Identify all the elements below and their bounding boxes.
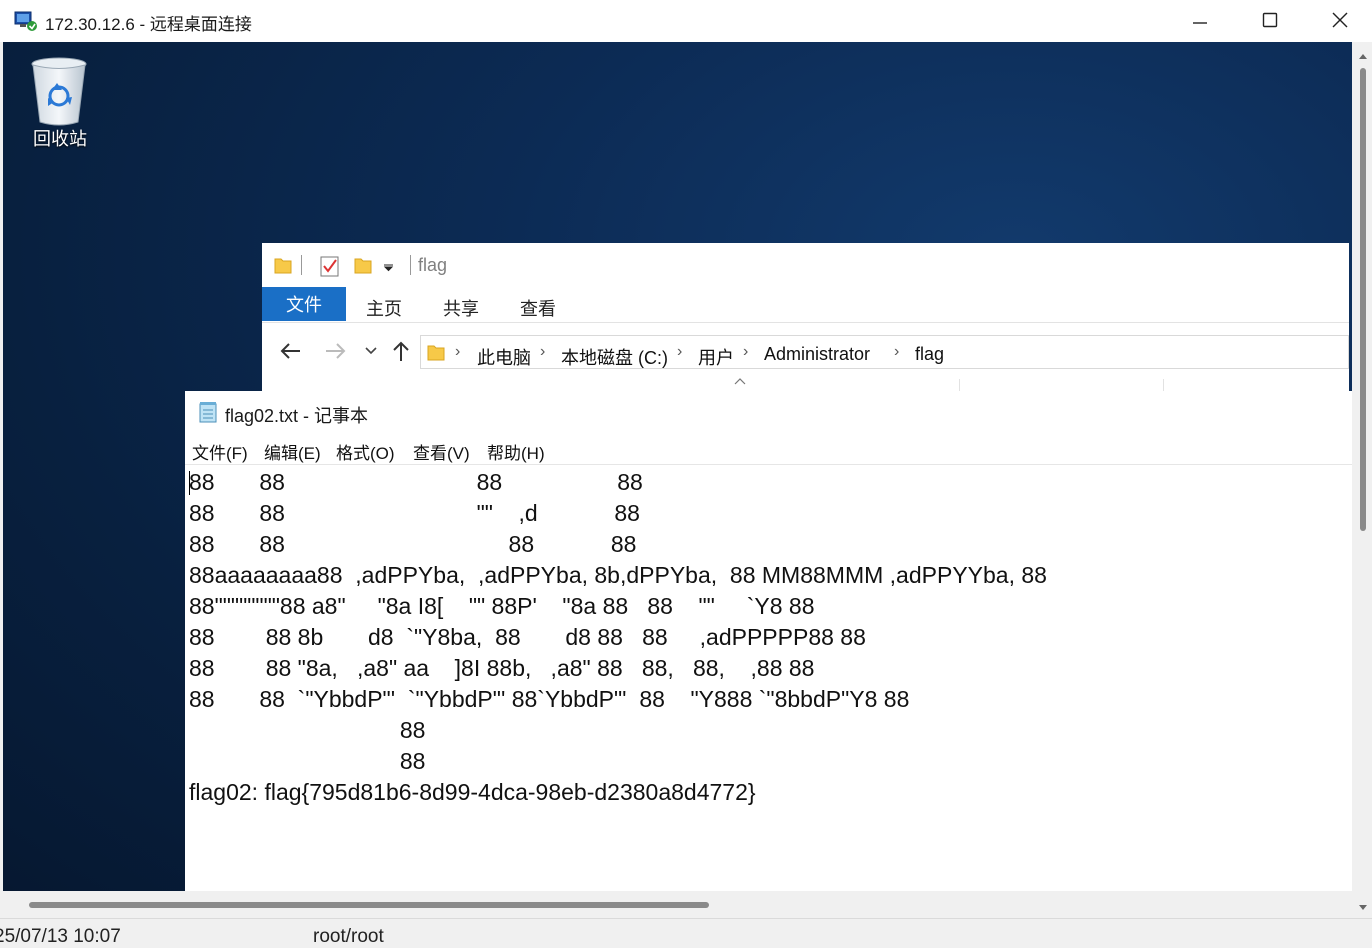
remote-desktop-window: 172.30.12.6 - 远程桌面连接 回收站 flag 文件 主页 共享 查… [0, 0, 1372, 948]
text-line: 88aaaaaaaa88 ,adPPYba, ,adPPYba, 8b,dPPY… [189, 562, 1047, 588]
notepad-window[interactable]: flag02.txt - 记事本 文件(F) 编辑(E) 格式(O) 查看(V)… [185, 391, 1352, 891]
scroll-down-icon[interactable] [1358, 904, 1368, 912]
notepad-text-area[interactable]: 88 88 88 88 88 88 "" ,d 88 88 88 88 88 8… [185, 464, 1352, 891]
notepad-title: flag02.txt - 记事本 [225, 406, 369, 426]
recent-locations-chevron-icon[interactable] [365, 346, 377, 356]
menu-format[interactable]: 格式(O) [336, 439, 395, 464]
minimize-button[interactable] [1165, 0, 1235, 40]
notepad-menu-bar: 文件(F) 编辑(E) 格式(O) 查看(V) 帮助(H) [185, 437, 1352, 465]
folder-icon [274, 258, 292, 274]
divider [301, 255, 302, 275]
breadcrumb-administrator[interactable]: Administrator [764, 344, 870, 365]
horizontal-scrollbar[interactable] [3, 891, 1352, 918]
navigation-bar: › 此电脑 › 本地磁盘 (C:) › 用户 › Administrator ›… [262, 322, 1349, 393]
up-arrow-icon[interactable] [391, 340, 411, 362]
tab-file[interactable]: 文件 [262, 287, 346, 321]
text-line: 88 88 88 88 [189, 531, 637, 557]
text-line: 88 88 `"YbbdP"' `"YbbdP"' 88`YbbdP"' 88 … [189, 686, 910, 712]
menu-help[interactable]: 帮助(H) [487, 439, 545, 464]
text-line: 88 [189, 717, 426, 743]
breadcrumb-separator-icon[interactable]: › [677, 343, 682, 361]
tab-view[interactable]: 查看 [520, 295, 556, 321]
text-line: 88""""""""88 a8" "8a I8[ "" 88P' "8a 88 … [189, 593, 815, 619]
sort-ascending-icon [734, 378, 746, 385]
breadcrumb-users[interactable]: 用户 [698, 344, 734, 370]
breadcrumb-separator-icon[interactable]: › [894, 343, 899, 361]
remote-desktop-icon [14, 11, 37, 31]
back-arrow-icon[interactable] [279, 341, 301, 361]
maximize-icon [1262, 12, 1278, 28]
folder-icon [427, 345, 445, 361]
breadcrumb-separator-icon[interactable]: › [743, 343, 748, 361]
window-title: 172.30.12.6 - 远程桌面连接 [45, 15, 252, 34]
status-bar: 25/07/13 10:07 root/root [0, 918, 1372, 948]
ribbon-tabs: 文件 主页 共享 查看 [262, 287, 1349, 322]
maximize-button[interactable] [1235, 0, 1305, 40]
breadcrumb-flag[interactable]: flag [915, 344, 944, 365]
tab-home[interactable]: 主页 [366, 295, 402, 321]
breadcrumb-local-disk[interactable]: 本地磁盘 (C:) [561, 344, 668, 370]
breadcrumb-separator-icon[interactable]: › [455, 343, 460, 361]
close-button[interactable] [1305, 0, 1372, 40]
horizontal-scroll-thumb[interactable] [29, 902, 709, 908]
breadcrumb-this-pc[interactable]: 此电脑 [477, 344, 531, 370]
quick-access-toolbar: flag [262, 243, 1349, 287]
minimize-icon [1193, 22, 1207, 24]
recycle-bin-icon [31, 57, 87, 126]
properties-icon[interactable] [320, 255, 340, 277]
forward-arrow-icon[interactable] [325, 341, 347, 361]
explorer-title: flag [418, 255, 448, 275]
status-time: 25/07/13 10:07 [0, 926, 121, 947]
text-line: 88 88 "8a, ,a8" aa ]8I 88b, ,a8" 88 88, … [189, 655, 815, 681]
address-bar[interactable]: › 此电脑 › 本地磁盘 (C:) › 用户 › Administrator ›… [420, 335, 1349, 369]
menu-edit[interactable]: 编辑(E) [264, 439, 321, 464]
tab-share[interactable]: 共享 [443, 295, 479, 321]
new-folder-icon[interactable] [354, 255, 372, 275]
menu-file[interactable]: 文件(F) [192, 439, 248, 464]
file-explorer-window[interactable]: flag 文件 主页 共享 查看 › 此电脑 › 本地磁盘 (C:) › 用户 … [262, 243, 1349, 393]
text-line: 88 88 8b d8 `"Y8ba, 88 d8 88 88 ,adPPPPP… [189, 624, 866, 650]
vertical-scrollbar[interactable] [1352, 42, 1372, 918]
rdp-title-bar[interactable]: 172.30.12.6 - 远程桌面连接 [0, 0, 1372, 42]
divider [410, 255, 411, 275]
flag-line: flag02: flag{795d81b6-8d99-4dca-98eb-d23… [189, 779, 756, 805]
text-line: 88 [189, 748, 426, 774]
menu-view[interactable]: 查看(V) [413, 439, 470, 464]
scroll-up-icon[interactable] [1358, 52, 1368, 60]
text-line: 88 88 88 88 [189, 469, 643, 495]
customize-dropdown-icon[interactable] [383, 262, 395, 272]
vertical-scroll-thumb[interactable] [1360, 68, 1366, 531]
status-user: root/root [313, 926, 384, 947]
text-line: 88 88 "" ,d 88 [189, 500, 640, 526]
close-icon [1332, 12, 1348, 28]
breadcrumb-separator-icon[interactable]: › [540, 343, 545, 361]
notepad-icon [199, 402, 217, 423]
recycle-bin-label: 回收站 [33, 129, 87, 149]
